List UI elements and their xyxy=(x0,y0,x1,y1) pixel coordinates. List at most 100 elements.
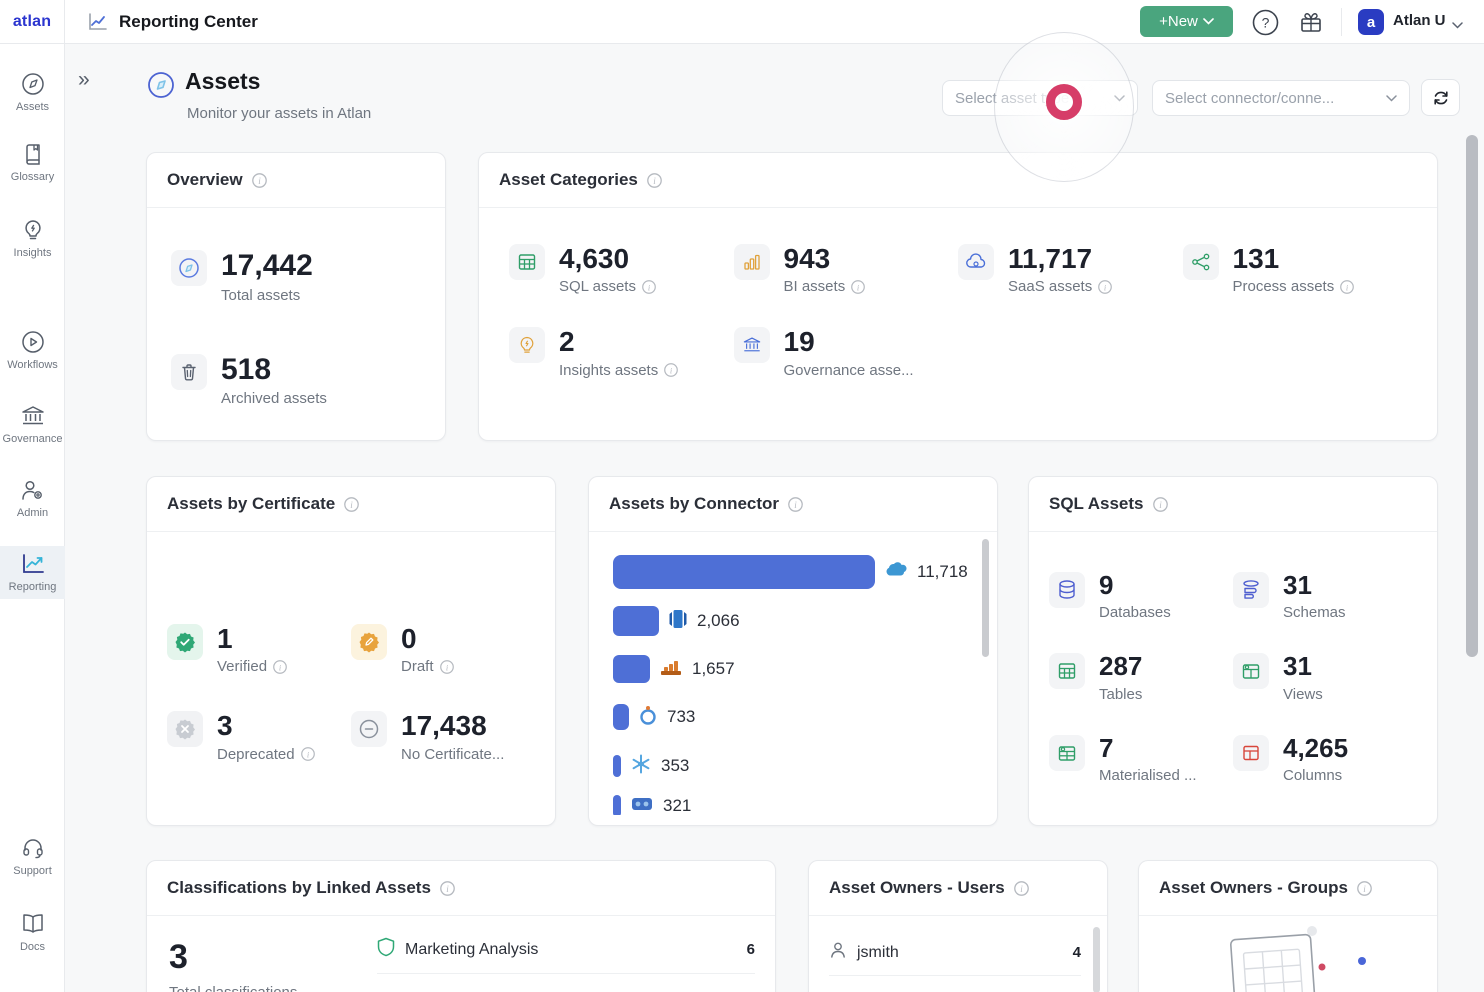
info-icon[interactable]: i xyxy=(273,660,287,674)
info-icon[interactable]: i xyxy=(252,173,267,188)
classification-row[interactable]: Marketing Analysis 6 xyxy=(377,926,755,974)
insights-assets-stat: 2 Insights assetsi xyxy=(509,327,734,378)
avatar-letter: a xyxy=(1367,14,1375,31)
sidebar-item-assets[interactable]: Assets xyxy=(0,66,65,119)
info-icon[interactable]: i xyxy=(440,881,455,896)
person-gear-icon xyxy=(20,478,46,502)
info-icon[interactable]: i xyxy=(647,173,662,188)
user-owner-row[interactable]: jsmith 4 xyxy=(829,930,1081,976)
info-icon[interactable]: i xyxy=(344,497,359,512)
sidebar-label: Workflows xyxy=(7,359,58,371)
info-icon[interactable]: i xyxy=(1340,280,1354,294)
user-owner-name: jsmith xyxy=(857,944,1063,962)
sidebar-label: Assets xyxy=(16,101,49,113)
atlan-logo[interactable]: atlan xyxy=(0,0,65,44)
svg-text:i: i xyxy=(1020,884,1023,894)
bank-icon xyxy=(734,327,770,363)
stat-label: Deprecated xyxy=(217,746,295,763)
connector-bar-row[interactable]: 1,657 xyxy=(613,652,963,686)
assets-compass-icon xyxy=(147,71,175,104)
total-classifications-value: 3 xyxy=(169,938,188,977)
stat-label: BI assets xyxy=(784,278,846,295)
stat-value: 7 xyxy=(1099,735,1197,762)
card-title: Overview xyxy=(167,170,243,190)
bar-salesforce[interactable] xyxy=(613,555,875,589)
app-title: Reporting Center xyxy=(119,12,258,32)
schema-icon xyxy=(1233,572,1269,608)
reporting-center-chart-icon xyxy=(88,12,108,32)
bar-value: 11,718 xyxy=(917,562,968,582)
sidebar-label: Glossary xyxy=(11,171,54,183)
stat-label: SQL assets xyxy=(559,278,636,295)
bar-snowflake[interactable] xyxy=(613,755,621,777)
bar-connector[interactable] xyxy=(613,795,621,815)
help-button[interactable]: ? xyxy=(1250,7,1280,37)
refresh-button[interactable] xyxy=(1421,79,1460,116)
connector-bar-row[interactable]: 733 xyxy=(613,700,963,734)
cloud-icon xyxy=(958,244,994,280)
chevron-down-icon xyxy=(1386,95,1397,102)
connector-select-placeholder: Select connector/conne... xyxy=(1165,90,1378,107)
views-stat: 31 Views xyxy=(1233,653,1417,702)
assets-by-certificate-card-header: Assets by Certificate i xyxy=(147,477,555,532)
sidebar-item-docs[interactable]: Docs xyxy=(0,906,65,959)
info-icon[interactable]: i xyxy=(1014,881,1029,896)
connector-bar-row[interactable]: 321 xyxy=(613,789,963,815)
line-chart-icon xyxy=(20,552,46,576)
gift-button[interactable] xyxy=(1296,7,1326,37)
book-icon xyxy=(21,142,45,166)
info-icon[interactable]: i xyxy=(642,280,656,294)
empty-state-illustration xyxy=(1194,919,1394,992)
info-icon[interactable]: i xyxy=(788,497,803,512)
page-scrollbar[interactable] xyxy=(1466,135,1478,657)
connector-select[interactable]: Select connector/conne... xyxy=(1152,80,1410,116)
materialised-view-icon xyxy=(1049,735,1085,771)
sidebar-item-governance[interactable]: Governance xyxy=(0,398,65,451)
stat-value: 2 xyxy=(559,327,678,356)
info-icon[interactable]: i xyxy=(664,363,678,377)
user-avatar[interactable]: a xyxy=(1358,9,1384,35)
archived-assets-stat: 518 Archived assets xyxy=(171,354,421,408)
connector-bar-row[interactable]: 2,066 xyxy=(613,604,963,638)
card-title: SQL Assets xyxy=(1049,494,1144,514)
bar-value: 353 xyxy=(661,756,689,776)
new-button[interactable]: +New xyxy=(1140,6,1233,37)
snowflake-icon xyxy=(630,753,652,780)
connector-chart-scrollbar[interactable] xyxy=(982,539,989,657)
top-bar: atlan Reporting Center +New ? a Atlan U xyxy=(0,0,1484,44)
info-icon[interactable]: i xyxy=(851,280,865,294)
users-list-scrollbar[interactable] xyxy=(1093,927,1100,992)
user-menu-chevron-icon[interactable] xyxy=(1452,16,1463,34)
sidebar-item-insights[interactable]: Insights xyxy=(0,212,65,265)
process-assets-stat: 131 Process assetsi xyxy=(1183,244,1408,295)
user-owner-count: 4 xyxy=(1073,944,1081,961)
user-name[interactable]: Atlan U xyxy=(1393,12,1446,29)
bar-redshift[interactable] xyxy=(613,606,659,636)
asset-type-select[interactable]: Select asset type xyxy=(942,80,1138,116)
assets-by-connector-card: Assets by Connector i 11,718 2,066 1,657… xyxy=(588,476,998,826)
assets-by-connector-card-header: Assets by Connector i xyxy=(589,477,997,532)
assets-by-certificate-card: Assets by Certificate i 1 Verifiedi 0 Dr… xyxy=(146,476,556,826)
shield-icon xyxy=(377,937,395,962)
connector-bar-row[interactable]: 353 xyxy=(613,749,963,783)
orange-bars-connector-icon xyxy=(659,657,683,682)
sidebar-item-reporting[interactable]: Reporting xyxy=(0,546,65,599)
sidebar-item-admin[interactable]: Admin xyxy=(0,472,65,525)
stat-value: 9 xyxy=(1099,572,1171,599)
sql-assets-card-header: SQL Assets i xyxy=(1029,477,1437,532)
stat-value: 287 xyxy=(1099,653,1142,680)
info-icon[interactable]: i xyxy=(1357,881,1372,896)
sidebar-item-glossary[interactable]: Glossary xyxy=(0,136,65,189)
info-icon[interactable]: i xyxy=(301,747,315,761)
question-mark-icon: ? xyxy=(1252,9,1279,36)
sidebar-collapse-button[interactable]: » xyxy=(78,68,88,92)
connector-bar-row[interactable]: 11,718 xyxy=(613,555,963,589)
info-icon[interactable]: i xyxy=(1098,280,1112,294)
sql-assets-card: SQL Assets i 9 Databases 31 Schemas 287 … xyxy=(1028,476,1438,826)
info-icon[interactable]: i xyxy=(440,660,454,674)
sidebar-item-workflows[interactable]: Workflows xyxy=(0,324,65,377)
info-icon[interactable]: i xyxy=(1153,497,1168,512)
bar-orange-connector[interactable] xyxy=(613,655,650,683)
bar-ring-connector[interactable] xyxy=(613,704,629,730)
sidebar-item-support[interactable]: Support xyxy=(0,830,65,883)
